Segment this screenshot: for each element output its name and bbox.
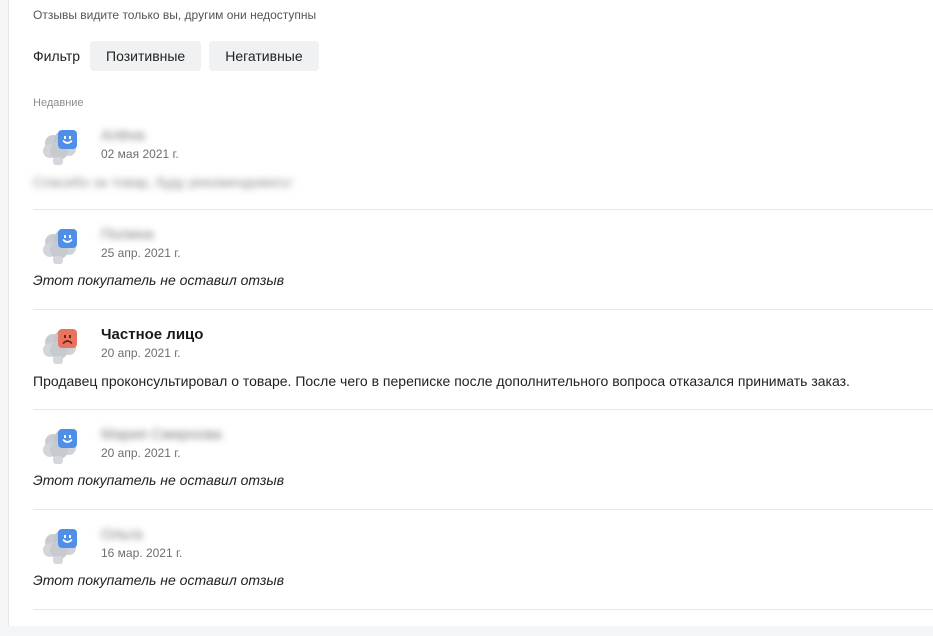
review-item: Частное лицо 20 апр. 2021 г. Продавец пр… <box>33 310 933 410</box>
negative-mood-icon <box>58 329 77 348</box>
positive-mood-icon <box>58 429 77 448</box>
review-date: 25 апр. 2021 г. <box>101 246 181 260</box>
review-text: Этот покупатель не оставил отзыв <box>33 572 285 588</box>
positive-mood-icon <box>58 229 77 248</box>
review-date: 16 мар. 2021 г. <box>101 546 183 560</box>
positive-mood-icon <box>58 130 77 149</box>
review-item: Мария Смирнова 20 апр. 2021 г. Этот поку… <box>33 410 933 510</box>
review-item: Алёна 02 мая 2021 г. Спасибо за товар, б… <box>33 111 933 210</box>
review-list: Алёна 02 мая 2021 г. Спасибо за товар, б… <box>33 111 933 610</box>
review-text: Продавец проконсультировал о товаре. Пос… <box>33 373 850 389</box>
positive-mood-icon <box>58 529 77 548</box>
reviewer-name: Частное лицо <box>101 326 204 343</box>
review-date: 20 апр. 2021 г. <box>101 446 181 460</box>
reviewer-name: Алёна <box>101 127 145 144</box>
section-label-recent: Недавние <box>33 97 84 109</box>
review-date: 20 апр. 2021 г. <box>101 346 181 360</box>
reviewer-name: Ольга <box>101 526 143 543</box>
review-item: Полина 25 апр. 2021 г. Этот покупатель н… <box>33 210 933 310</box>
reviewer-name: Полина <box>101 226 154 243</box>
filter-bar: Фильтр Позитивные Негативные <box>33 41 327 71</box>
filter-positive-button[interactable]: Позитивные <box>90 41 202 71</box>
filter-negative-button[interactable]: Негативные <box>209 41 319 71</box>
reviews-panel: Отзывы видите только вы, другим они недо… <box>8 0 933 626</box>
review-date: 02 мая 2021 г. <box>101 147 179 161</box>
review-item: Ольга 16 мар. 2021 г. Этот покупатель не… <box>33 510 933 610</box>
filter-label: Фильтр <box>33 48 81 64</box>
review-text: Этот покупатель не оставил отзыв <box>33 472 285 488</box>
reviewer-name: Мария Смирнова <box>101 426 222 443</box>
privacy-notice: Отзывы видите только вы, другим они недо… <box>33 8 317 22</box>
review-text: Этот покупатель не оставил отзыв <box>33 272 285 288</box>
review-text: Спасибо за товар, буду рекомендовать! <box>33 174 293 190</box>
